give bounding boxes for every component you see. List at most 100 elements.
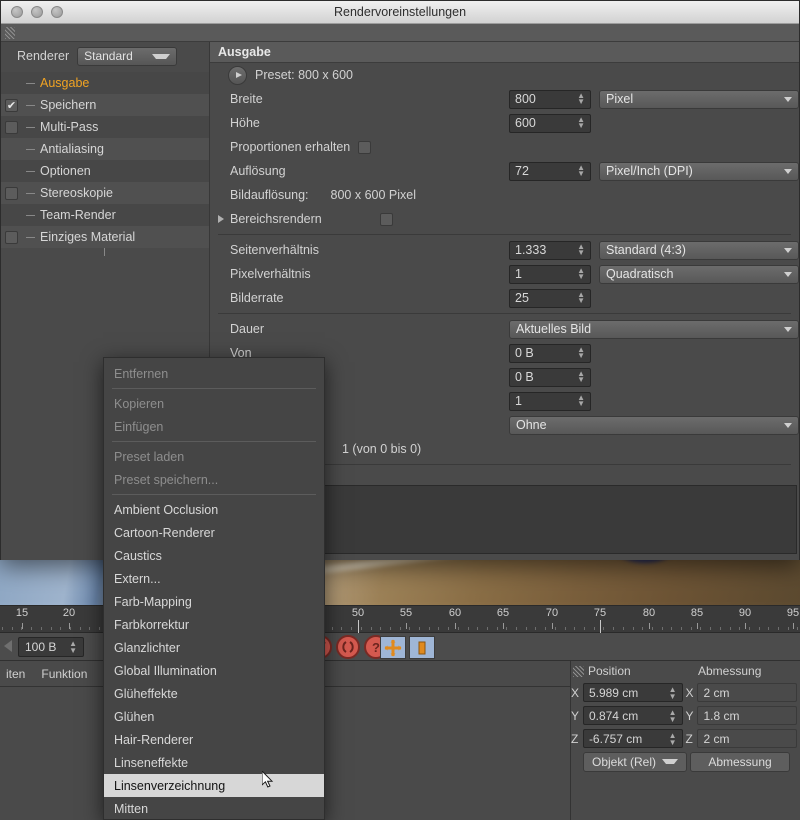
minimize-button[interactable] (31, 6, 43, 18)
sidebar-item-team-render[interactable]: Team-Render (1, 204, 209, 226)
sidebar-item-optionen[interactable]: Optionen (1, 160, 209, 182)
output-notes-area[interactable] (323, 485, 797, 554)
menu-item-entfernen: Entfernen (114, 366, 169, 381)
sidebar-item-speichern[interactable]: ✔ Speichern (1, 94, 209, 116)
size-z-field[interactable]: 2 cm (697, 729, 797, 748)
menu-item-bearbeiten[interactable]: iten (6, 667, 25, 681)
sidebar-item-label: Einziges Material (26, 230, 135, 244)
menu-item-ambient-occlusion[interactable]: Ambient Occlusion (104, 498, 324, 521)
pixelverhaeltnis-preset-select[interactable]: Quadratisch (599, 264, 799, 284)
timeline-tick-label: 65 (496, 607, 510, 619)
breite-spinner-icon[interactable]: ▲ ▼ (577, 92, 585, 106)
move-tool-button[interactable] (380, 636, 406, 659)
pixelverhaeltnis-field[interactable]: 1 ▲ ▼ (509, 264, 591, 284)
renderer-select[interactable]: Standard (77, 46, 178, 66)
sidebar-item-multi-pass[interactable]: Multi-Pass (1, 116, 209, 138)
position-x-spinner-icon[interactable]: ▲ ▼ (669, 685, 677, 700)
menu-item-glanzlichter[interactable]: Glanzlichter (104, 636, 324, 659)
bereichsrendern-checkbox[interactable] (379, 212, 393, 226)
sidebar-item-label: Team-Render (26, 208, 116, 222)
breite-unit-select[interactable]: Pixel (599, 89, 799, 109)
timeline-minor-tick (99, 627, 100, 630)
checkbox[interactable] (5, 230, 18, 244)
proportionen-checkbox[interactable] (358, 140, 372, 154)
dauer-select[interactable]: Aktuelles Bild (509, 319, 799, 339)
sidebar-item-ausgabe[interactable]: Ausgabe (1, 72, 209, 94)
menu-item-funktion[interactable]: Funktion (41, 667, 87, 681)
aufloesung-unit-select[interactable]: Pixel/Inch (DPI) (599, 161, 799, 181)
bis-spinner-icon[interactable]: ▲ ▼ (577, 370, 585, 384)
position-y-spinner-icon[interactable]: ▲ ▼ (669, 708, 677, 723)
zoom-button[interactable] (51, 6, 63, 18)
size-mode-button[interactable]: Abmessung (690, 751, 790, 772)
von-spinner-icon[interactable]: ▲ ▼ (577, 346, 585, 360)
effects-context-menu[interactable]: Entfernen Kopieren Einfügen Preset laden Pre… (103, 357, 325, 820)
seitenverhaeltnis-preset-select[interactable]: Standard (4:3) (599, 240, 799, 260)
coordinate-mode-button[interactable]: Objekt (Rel) (583, 751, 687, 772)
position-z-field[interactable]: -6.757 cm ▲ ▼ (582, 729, 683, 748)
autokey-icon[interactable] (336, 635, 360, 659)
menu-item-extern[interactable]: Extern... (104, 567, 324, 590)
feld-select[interactable]: Ohne (509, 415, 799, 435)
axis-label-y-size: Y (685, 708, 694, 723)
aufloesung-spinner-icon[interactable]: ▲ ▼ (577, 164, 585, 178)
seitenverhaeltnis-spinner-icon[interactable]: ▲ ▼ (577, 243, 585, 257)
position-z-spinner-icon[interactable]: ▲ ▼ (669, 731, 677, 746)
menu-item-caustics[interactable]: Caustics (104, 544, 324, 567)
menu-item-global-illumination[interactable]: Global Illumination (104, 659, 324, 682)
menu-item-cartoon-renderer[interactable]: Cartoon-Renderer (104, 521, 324, 544)
hoehe-spinner-icon[interactable]: ▲ ▼ (577, 116, 585, 130)
menu-item-hair-renderer[interactable]: Hair-Renderer (104, 728, 324, 751)
timeline-minor-tick (778, 627, 779, 630)
bereichsrendern-expand-icon[interactable] (218, 215, 224, 223)
timeline-minor-tick (768, 627, 769, 630)
timeline-minor-tick (633, 627, 634, 630)
menu-item-farb-mapping[interactable]: Farb-Mapping (104, 590, 324, 613)
scroll-left-arrow-icon[interactable] (4, 640, 12, 652)
preset-expand-button[interactable] (228, 65, 247, 85)
pixelverhaeltnis-spinner-icon[interactable]: ▲ ▼ (577, 267, 585, 281)
timeline-minor-tick (361, 627, 362, 630)
bilderrate-spinner-icon[interactable]: ▲ ▼ (577, 291, 585, 305)
timeline-major-tick (22, 623, 23, 629)
menu-item-gl-hen[interactable]: Glühen (104, 705, 324, 728)
sidebar-item-einziges-material[interactable]: Einziges Material (1, 226, 209, 248)
timeline-tick-label: 95 (786, 607, 800, 619)
menu-item-gl-heffekte[interactable]: Glüheffekte (104, 682, 324, 705)
checkbox[interactable]: ✔ (5, 98, 18, 112)
close-button[interactable] (11, 6, 23, 18)
von-field[interactable]: 0 B ▲ ▼ (509, 343, 591, 363)
breite-field[interactable]: 800 ▲ ▼ (509, 89, 591, 109)
size-y-field[interactable]: 1.8 cm (697, 706, 797, 725)
breite-label: Breite (230, 92, 263, 106)
menu-item-linseneffekte[interactable]: Linseneffekte (104, 751, 324, 774)
seitenverhaeltnis-field[interactable]: 1.333 ▲ ▼ (509, 240, 591, 260)
menu-item-linsenverzeichnung[interactable]: Linsenverzeichnung (104, 774, 324, 797)
position-y-field[interactable]: 0.874 cm ▲ ▼ (582, 706, 683, 725)
current-frame-field[interactable]: 100 B ▲ ▼ (18, 637, 84, 657)
scale-tool-button[interactable] (409, 636, 435, 659)
size-x-field[interactable]: 2 cm (697, 683, 797, 702)
sidebar-item-stereoskopie[interactable]: Stereoskopie (1, 182, 209, 204)
timeline-minor-tick (12, 627, 13, 630)
bis-field[interactable]: 0 B ▲ ▼ (509, 367, 591, 387)
timeline-playhead[interactable] (600, 620, 601, 634)
position-x-field[interactable]: 5.989 cm ▲ ▼ (582, 683, 683, 702)
timeline-minor-tick (89, 627, 90, 630)
schritt-spinner-icon[interactable]: ▲ ▼ (577, 394, 585, 408)
dialog-titlebar[interactable]: Rendervoreinstellungen (1, 1, 799, 24)
sidebar-item-antialiasing[interactable]: Antialiasing (1, 138, 209, 160)
menu-item-mitten[interactable]: Mitten (104, 797, 324, 820)
hoehe-field[interactable]: 600 ▲ ▼ (509, 113, 591, 133)
aufloesung-field[interactable]: 72 ▲ ▼ (509, 161, 591, 181)
timeline-playhead[interactable] (358, 620, 359, 634)
frame-spinner-icon[interactable]: ▲ ▼ (69, 640, 77, 655)
bilderrate-field[interactable]: 25 ▲ ▼ (509, 288, 591, 308)
menu-item-farbkorrektur[interactable]: Farbkorrektur (104, 613, 324, 636)
dialog-toolbar (1, 24, 799, 42)
checkbox[interactable] (5, 120, 18, 134)
schritt-field[interactable]: 1 ▲ ▼ (509, 391, 591, 411)
checkbox[interactable] (5, 186, 18, 200)
toolbar-grip-icon[interactable] (5, 26, 15, 39)
panel-grip-icon[interactable] (573, 665, 584, 677)
